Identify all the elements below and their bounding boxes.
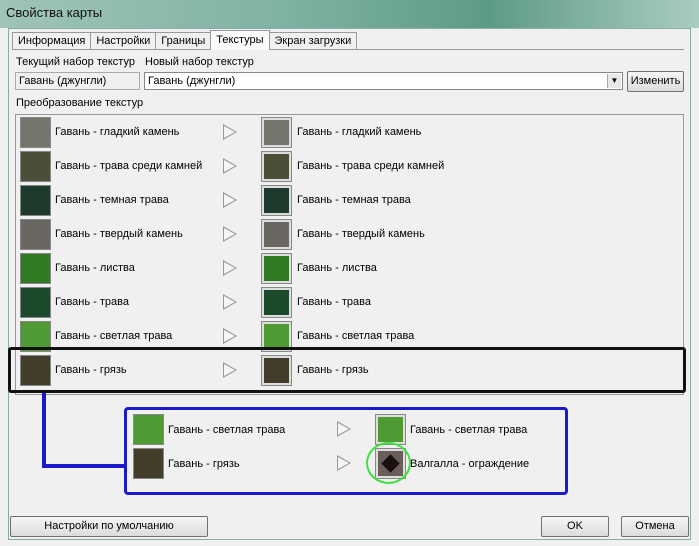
source-texture-thumb: [133, 414, 164, 445]
target-texture-label: Гавань - трава среди камней: [297, 160, 445, 172]
tab-loading-screen[interactable]: Экран загрузки: [268, 32, 358, 49]
arrow-right-icon: [223, 260, 237, 276]
arrow-right-icon: [223, 192, 237, 208]
texture-row[interactable]: Гавань - трава среди камней Гавань - тра…: [16, 149, 683, 183]
source-texture-thumb: [20, 253, 51, 284]
tab-settings[interactable]: Настройки: [90, 32, 157, 49]
source-texture-label: Гавань - трава: [55, 296, 129, 308]
callout-row: Гавань - светлая трава Гавань - светлая …: [127, 414, 565, 448]
arrow-right-icon: [223, 328, 237, 344]
current-set-label: Текущий набор текстур: [16, 56, 135, 68]
source-texture-label: Гавань - светлая трава: [168, 424, 286, 436]
new-set-label: Новый набор текстур: [145, 56, 254, 68]
source-texture-thumb: [20, 287, 51, 318]
chevron-down-icon[interactable]: ▼: [607, 74, 621, 88]
callout-box: Гавань - светлая трава Гавань - светлая …: [124, 407, 568, 495]
ok-button[interactable]: OK: [541, 516, 609, 537]
texture-row[interactable]: Гавань - трава Гавань - трава: [16, 285, 683, 319]
texture-row[interactable]: Гавань - листва Гавань - листва: [16, 251, 683, 285]
source-texture-label: Гавань - трава среди камней: [55, 160, 203, 172]
arrow-right-icon: [337, 455, 351, 471]
arrow-right-icon: [223, 294, 237, 310]
target-texture-label: Гавань - светлая трава: [410, 424, 528, 436]
conversion-label: Преобразование текстур: [16, 97, 144, 109]
source-texture-label: Гавань - гладкий камень: [55, 126, 180, 138]
target-texture-label: Гавань - светлая трава: [297, 330, 415, 342]
texture-row[interactable]: Гавань - твердый камень Гавань - твердый…: [16, 217, 683, 251]
target-texture-thumb[interactable]: [261, 253, 292, 284]
current-set-field: Гавань (джунгли): [15, 72, 140, 90]
cancel-button[interactable]: Отмена: [621, 516, 689, 537]
new-set-value: Гавань (джунгли): [148, 75, 236, 87]
arrow-right-icon: [223, 158, 237, 174]
green-circle-annotation: [366, 442, 411, 484]
source-texture-thumb: [20, 151, 51, 182]
target-texture-label: Гавань - темная трава: [297, 194, 411, 206]
target-texture-label: Валгалла - ограждение: [410, 458, 530, 470]
arrow-right-icon: [223, 226, 237, 242]
tab-borders[interactable]: Границы: [155, 32, 212, 49]
defaults-button[interactable]: Настройки по умолчанию: [10, 516, 208, 537]
title-bar: Свойства карты: [0, 0, 699, 28]
source-texture-thumb: [133, 448, 164, 479]
callout-row: Гавань - грязь Валгалла - ограждение: [127, 448, 565, 482]
connector-line: [42, 464, 128, 468]
target-texture-label: Гавань - твердый камень: [297, 228, 425, 240]
source-texture-label: Гавань - твердый камень: [55, 228, 183, 240]
window-title: Свойства карты: [6, 5, 103, 20]
highlight-box: [8, 347, 686, 393]
source-texture-label: Гавань - листва: [55, 262, 135, 274]
texture-row[interactable]: Гавань - гладкий камень Гавань - гладкий…: [16, 115, 683, 149]
target-texture-label: Гавань - гладкий камень: [297, 126, 422, 138]
target-texture-thumb[interactable]: [261, 151, 292, 182]
source-texture-label: Гавань - светлая трава: [55, 330, 173, 342]
target-texture-thumb[interactable]: [261, 287, 292, 318]
target-texture-label: Гавань - листва: [297, 262, 377, 274]
arrow-right-icon: [223, 124, 237, 140]
source-texture-thumb: [20, 219, 51, 250]
target-texture-thumb[interactable]: [261, 117, 292, 148]
target-texture-label: Гавань - трава: [297, 296, 371, 308]
target-texture-thumb: [375, 414, 406, 445]
source-texture-thumb: [20, 117, 51, 148]
tab-info[interactable]: Информация: [12, 32, 92, 49]
tab-bar: Информация Настройки Границы Текстуры Эк…: [12, 30, 684, 50]
tab-textures[interactable]: Текстуры: [210, 30, 270, 50]
connector-line: [42, 393, 46, 468]
source-texture-label: Гавань - темная трава: [55, 194, 169, 206]
source-texture-thumb: [20, 185, 51, 216]
target-texture-thumb[interactable]: [261, 185, 292, 216]
texture-row[interactable]: Гавань - темная трава Гавань - темная тр…: [16, 183, 683, 217]
arrow-right-icon: [337, 421, 351, 437]
target-texture-thumb[interactable]: [261, 219, 292, 250]
new-set-select[interactable]: Гавань (джунгли) ▼: [144, 72, 623, 90]
source-texture-label: Гавань - грязь: [168, 458, 240, 470]
change-button[interactable]: Изменить: [627, 71, 684, 92]
